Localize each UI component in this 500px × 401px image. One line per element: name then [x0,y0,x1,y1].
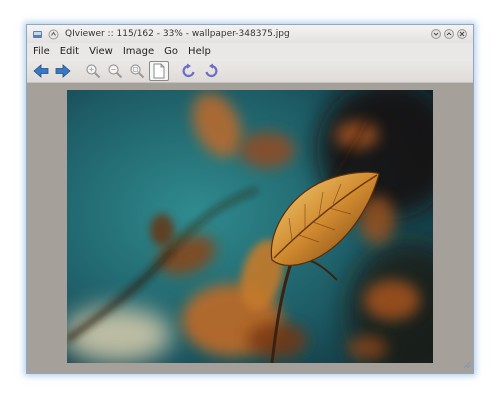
zoom-out-button[interactable] [105,61,125,81]
menu-image[interactable]: Image [123,46,154,57]
zoom-fit-button[interactable] [127,61,147,81]
zoom-in-icon [86,63,101,78]
rotate-left-button[interactable] [179,61,199,81]
rotate-right-icon [205,63,218,77]
title-bar[interactable]: QIviewer :: 115/162 - 33% - wallpaper-34… [27,25,473,43]
image-viewport[interactable] [27,84,473,373]
close-button[interactable] [457,29,467,39]
zoom-fit-icon [130,63,145,78]
next-button[interactable] [53,61,73,81]
menu-help[interactable]: Help [188,46,211,57]
window-menu-icon[interactable] [32,29,43,40]
original-size-icon [153,63,165,78]
keep-above-icon[interactable] [48,29,59,40]
app-window: QIviewer :: 115/162 - 33% - wallpaper-34… [26,24,474,374]
maximize-button[interactable] [444,29,454,39]
rotate-left-icon [182,63,195,77]
menu-bar: File Edit View Image Go Help [27,43,473,59]
arrow-left-icon [33,63,49,78]
menu-go[interactable]: Go [164,46,178,57]
menu-edit[interactable]: Edit [60,46,79,57]
toolbar [27,59,473,83]
displayed-photo [67,90,433,363]
resize-grip-icon[interactable] [463,354,471,373]
window-title: QIviewer :: 115/162 - 33% - wallpaper-34… [65,29,290,39]
zoom-out-icon [108,63,123,78]
rotate-right-button[interactable] [201,61,221,81]
arrow-right-icon [55,63,71,78]
previous-button[interactable] [31,61,51,81]
menu-view[interactable]: View [89,46,113,57]
zoom-in-button[interactable] [83,61,103,81]
menu-file[interactable]: File [33,46,50,57]
minimize-button[interactable] [431,29,441,39]
original-size-button[interactable] [149,60,169,81]
